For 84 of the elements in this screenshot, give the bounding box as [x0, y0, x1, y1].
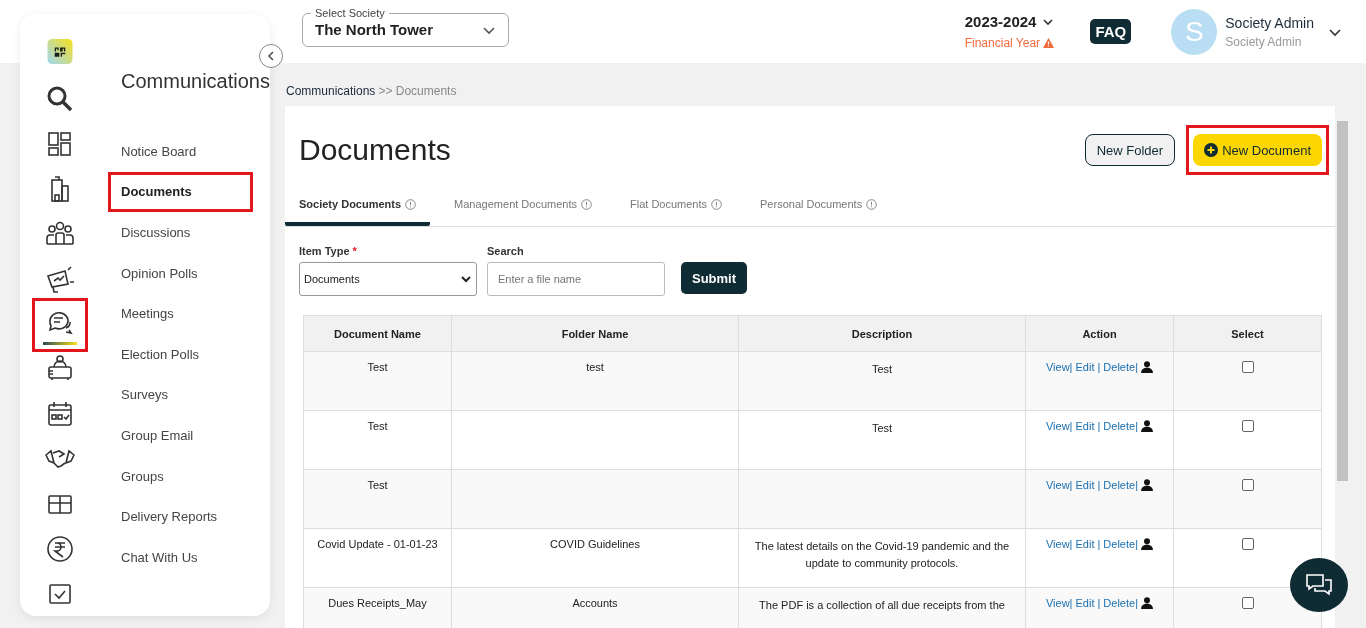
chevron-down-icon	[460, 273, 472, 285]
plus-circle-icon	[1204, 143, 1219, 157]
action-link[interactable]: View|	[1045, 538, 1073, 550]
nav-item[interactable]: Opinion Polls	[100, 252, 270, 294]
action-link[interactable]: Delete|	[1103, 361, 1138, 373]
action-link[interactable]: Edit |	[1075, 479, 1101, 491]
select-checkbox[interactable]	[1241, 597, 1254, 609]
nav-item[interactable]: Documents	[108, 171, 253, 213]
nav-item[interactable]: Notice Board	[100, 131, 270, 172]
action-link[interactable]: Edit |	[1075, 361, 1101, 373]
select-checkbox[interactable]	[1241, 479, 1254, 491]
nav-item[interactable]: Election Polls	[100, 333, 270, 375]
user-icon[interactable]	[1141, 420, 1153, 432]
column-header: Select	[1173, 315, 1322, 352]
table-cell: COVID Guidelines	[550, 538, 640, 550]
search-label: Search	[487, 245, 525, 257]
financial-year-label: Financial Year	[964, 36, 1041, 50]
select-checkbox[interactable]	[1241, 538, 1254, 550]
table-cell: Accounts	[572, 597, 618, 609]
user-name: Society Admin	[1225, 14, 1314, 31]
info-icon	[581, 198, 592, 210]
faq-button[interactable]: FAQ	[1090, 19, 1132, 44]
item-type-label: Item Type *	[299, 245, 358, 257]
year-dropdown[interactable]: 2023-2024	[964, 13, 1055, 30]
table-cell-text: The PDF is a collection of all due receipts from the	[758, 598, 1006, 613]
breadcrumb-current: >> Documents	[378, 84, 457, 98]
table-cell-text: Test	[870, 421, 894, 436]
action-link[interactable]: View|	[1045, 479, 1073, 491]
nav-item[interactable]: Surveys	[100, 374, 270, 416]
table-cell: Covid Update - 01-01-23	[317, 538, 438, 550]
nav-item[interactable]: Meetings	[100, 293, 270, 334]
nav-item[interactable]: Chat With Us	[100, 536, 270, 578]
table-cell: Test	[367, 361, 388, 373]
table-cell: Test	[367, 479, 388, 491]
tab[interactable]: Personal Documents	[746, 190, 892, 226]
user-icon[interactable]	[1141, 597, 1153, 609]
action-link[interactable]: View|	[1045, 420, 1073, 432]
action-link[interactable]: Edit |	[1075, 420, 1101, 432]
column-header: Action	[1025, 315, 1174, 352]
action-link[interactable]: Delete|	[1103, 479, 1138, 491]
table-cell-text: Test	[870, 362, 894, 377]
action-link[interactable]: Delete|	[1103, 538, 1138, 550]
table-cell: Dues Receipts_May	[328, 597, 427, 609]
item-type-select[interactable]: Documents	[299, 262, 477, 296]
tab[interactable]: Management Documents	[440, 190, 606, 226]
chevron-left-icon	[265, 50, 277, 62]
search-field[interactable]: Enter a file name	[487, 262, 665, 296]
submit-button[interactable]: Submit	[681, 262, 748, 294]
page-title: Documents	[299, 133, 451, 167]
section-title: Communications	[121, 70, 270, 93]
nav-item[interactable]: Groups	[100, 455, 270, 497]
table-cell: test	[586, 361, 604, 373]
user-role: Society Admin	[1225, 34, 1303, 49]
action-link[interactable]: Edit |	[1075, 597, 1101, 609]
new-folder-button[interactable]: New Folder	[1084, 134, 1176, 166]
action-link[interactable]: Delete|	[1103, 597, 1138, 609]
info-icon	[711, 198, 723, 210]
breadcrumb-link[interactable]: Communications	[286, 84, 376, 98]
table-cell: Test	[367, 420, 388, 432]
user-icon[interactable]	[1141, 538, 1153, 550]
new-document-button[interactable]: New Document	[1193, 134, 1322, 166]
tab[interactable]: Society Documents	[285, 190, 431, 226]
nav-item[interactable]: Group Email	[100, 415, 270, 456]
warning-icon	[1043, 38, 1055, 48]
column-header: Description	[738, 315, 1026, 352]
chat-icon	[1304, 572, 1334, 598]
rail-item[interactable]	[32, 298, 88, 352]
user-icon[interactable]	[1141, 479, 1153, 491]
table-cell-text: The latest details on the Covid-19 pandemic and the update to community protocols.	[753, 539, 1011, 571]
action-link[interactable]: Edit |	[1075, 538, 1101, 550]
action-link[interactable]: View|	[1045, 597, 1073, 609]
column-header: Folder Name	[451, 315, 739, 352]
action-link[interactable]: Delete|	[1103, 420, 1138, 432]
info-icon	[866, 198, 878, 210]
column-header: Document Name	[303, 315, 452, 352]
select-checkbox[interactable]	[1241, 361, 1254, 373]
nav-item[interactable]: Discussions	[100, 212, 270, 253]
info-icon	[405, 198, 417, 210]
collapse-button[interactable]	[259, 44, 283, 68]
nav-item[interactable]: Delivery Reports	[100, 496, 270, 537]
user-icon[interactable]	[1141, 361, 1153, 373]
action-link[interactable]: View|	[1045, 361, 1073, 373]
tab[interactable]: Flat Documents	[616, 190, 737, 226]
select-checkbox[interactable]	[1241, 420, 1254, 432]
